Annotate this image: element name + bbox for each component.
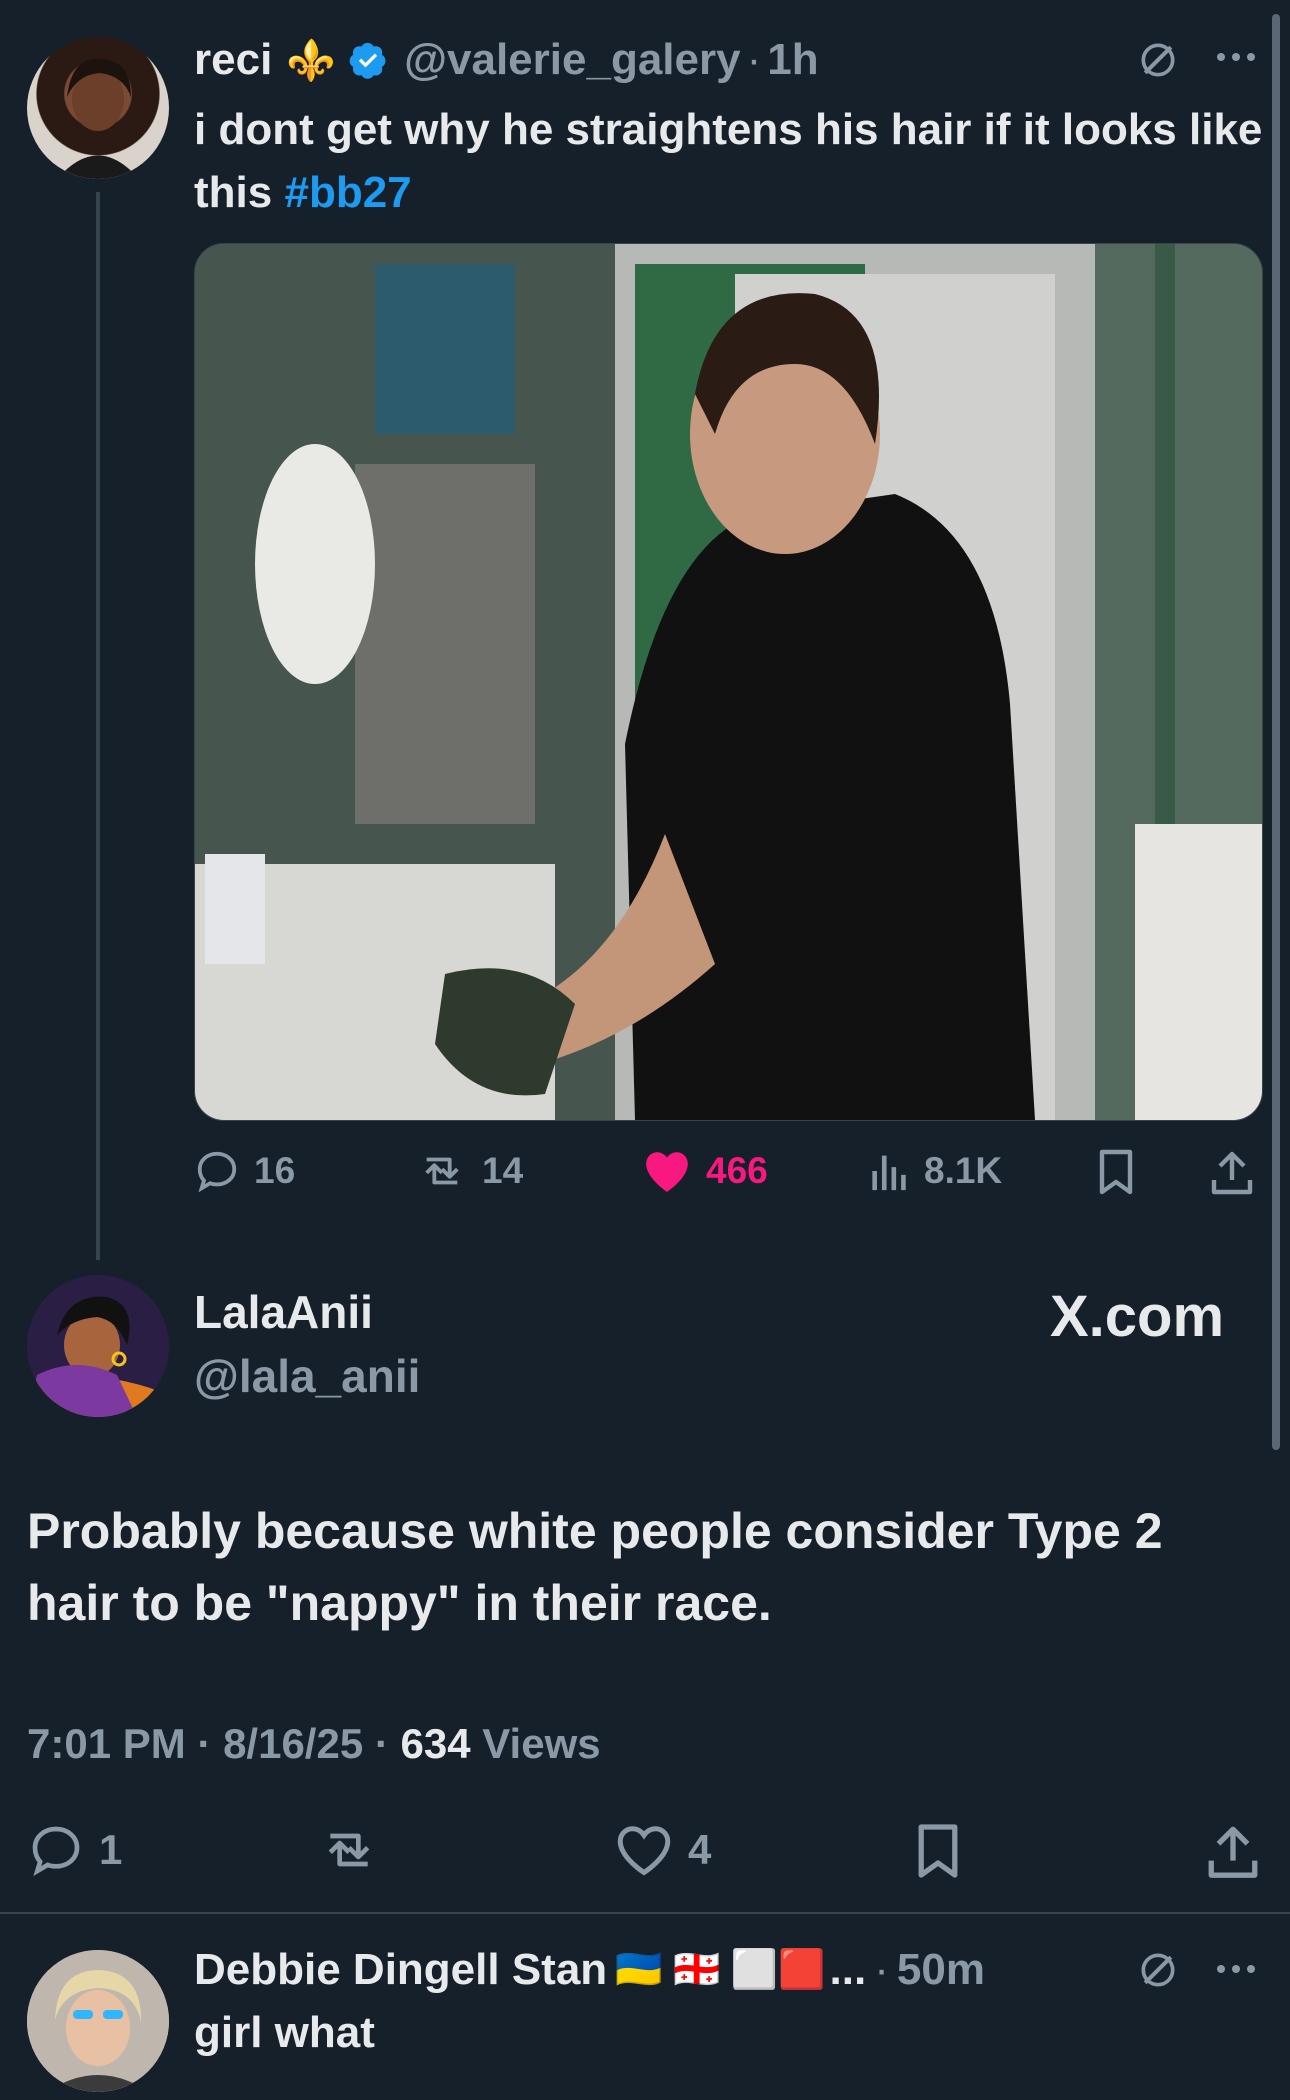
heart-icon: [614, 1822, 674, 1878]
timestamp[interactable]: 1h: [767, 35, 818, 85]
like-button[interactable]: 4: [614, 1822, 711, 1878]
reply-icon: [27, 1822, 85, 1878]
hashtag-link[interactable]: #bb27: [284, 168, 411, 217]
separator: ·: [374, 1720, 401, 1767]
handle[interactable]: @lala_anii: [194, 1349, 420, 1403]
share-icon[interactable]: [1210, 1148, 1254, 1196]
tweet-metadata: 7:01 PM · 8/16/25 · 634 Views: [27, 1720, 601, 1768]
retweet-count: 14: [482, 1150, 524, 1191]
fleur-de-lis-emoji: ⚜️: [286, 38, 337, 83]
thread-connector-line: [96, 192, 100, 1260]
views-button[interactable]: 8.1K: [870, 1148, 1002, 1194]
display-name[interactable]: LalaAnii: [194, 1285, 373, 1339]
view-count: 8.1K: [924, 1150, 1003, 1191]
name-ellipsis: ...: [829, 1945, 867, 1994]
tweet-header: reci ⚜️ @valerie_galery · 1h: [194, 30, 819, 90]
avatar[interactable]: [27, 37, 169, 179]
separator: ·: [746, 35, 762, 84]
bookmark-icon[interactable]: [1096, 1148, 1136, 1196]
timestamp[interactable]: 50m: [897, 1945, 985, 1995]
scrollbar[interactable]: [1272, 14, 1280, 1450]
display-name[interactable]: reci: [194, 35, 272, 85]
reply-button[interactable]: 1: [27, 1822, 122, 1878]
handle[interactable]: @valerie_galery: [404, 35, 740, 85]
grok-icon[interactable]: [1136, 38, 1180, 82]
reply-button[interactable]: 16: [194, 1148, 295, 1194]
reply-icon: [194, 1148, 240, 1194]
grok-icon[interactable]: [1136, 1948, 1180, 1992]
tweet-media-video[interactable]: [194, 243, 1263, 1121]
bookmark-icon[interactable]: [914, 1822, 962, 1880]
separator: ·: [874, 1945, 889, 1994]
tweet-text: i dont get why he straightens his hair i…: [194, 98, 1269, 224]
source-label: X.com: [1050, 1284, 1225, 1349]
retweet-button[interactable]: 14: [416, 1148, 523, 1194]
post-time[interactable]: 7:01 PM: [27, 1720, 186, 1767]
avatar[interactable]: [27, 1950, 169, 2092]
like-count: 466: [706, 1150, 768, 1191]
views-label: Views: [482, 1720, 601, 1767]
tweet-text: girl what: [194, 2008, 375, 2057]
like-count: 4: [688, 1826, 712, 1873]
divider: [0, 1912, 1290, 1914]
post-date[interactable]: 8/16/25: [223, 1720, 363, 1767]
views-count: 634: [400, 1720, 471, 1767]
like-button[interactable]: 466: [642, 1148, 768, 1194]
verified-badge-icon: [348, 40, 388, 80]
flag-emojis: 🇺🇦 🇬🇪 ⬜🟥: [615, 1949, 826, 1991]
tweet-header: Debbie Dingell Stan 🇺🇦 🇬🇪 ⬜🟥 ... · 50m: [194, 1938, 985, 2002]
retweet-icon[interactable]: [316, 1822, 382, 1878]
retweet-icon: [416, 1148, 468, 1194]
views-chart-icon: [870, 1148, 910, 1194]
reply-count: 1: [99, 1826, 123, 1873]
more-options-icon[interactable]: [1214, 1962, 1258, 1976]
more-options-icon[interactable]: [1214, 50, 1258, 64]
display-name[interactable]: Debbie Dingell Stan: [194, 1945, 607, 1995]
reply-count: 16: [254, 1150, 296, 1191]
avatar[interactable]: [27, 1275, 169, 1417]
share-icon[interactable]: [1206, 1822, 1260, 1880]
heart-filled-icon: [642, 1148, 692, 1194]
separator: ·: [197, 1720, 224, 1767]
tweet-text: Probably because white people consider T…: [27, 1503, 1163, 1631]
